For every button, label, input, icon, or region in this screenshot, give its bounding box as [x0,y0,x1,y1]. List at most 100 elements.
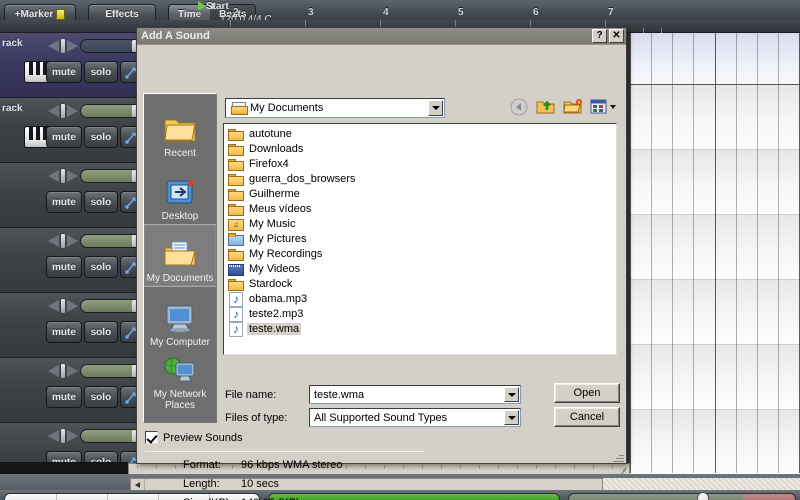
pan-control[interactable] [48,233,78,249]
preview-sounds-row[interactable]: Preview Sounds [145,431,243,444]
pan-knob[interactable] [60,363,66,379]
bottom-master-slider[interactable] [568,492,796,500]
file-list-item[interactable]: autotune [226,126,376,141]
place-item-my-computer[interactable]: My Computer [144,287,216,350]
mute-button[interactable]: mute [46,321,82,343]
master-slider-handle[interactable] [697,492,709,500]
look-in-dropdown[interactable]: My Documents [225,98,445,118]
volume-slider[interactable] [80,429,142,443]
place-item-my-network-places[interactable]: My Network Places [144,350,216,413]
solo-button[interactable]: solo [83,386,118,408]
file-list-item[interactable]: My Pictures [226,231,376,246]
solo-button[interactable]: solo [83,191,118,213]
volume-slider[interactable] [80,364,142,378]
file-list-item[interactable]: Downloads [226,141,376,156]
format-value: 96 kbps WMA stereo [241,459,343,471]
scroll-tick [422,465,423,469]
folder-icon [228,247,244,261]
pan-knob[interactable] [60,38,66,54]
new-folder-icon[interactable] [563,97,585,118]
file-list-item[interactable]: teste.wma [226,321,376,337]
file-list[interactable]: autotune Downloads Firefox4 guerra_dos_brow… [223,123,617,355]
solo-button[interactable]: solo [83,321,118,343]
track-header[interactable]: rack mute solo [0,33,154,98]
mute-button[interactable]: mute [46,191,82,213]
volume-slider[interactable] [80,169,142,183]
back-arrow-icon[interactable] [509,97,531,118]
volume-slider[interactable] [80,104,142,118]
marker-flag-icon [56,9,66,20]
track-header[interactable]: mutesolo [0,163,154,228]
volume-slider[interactable] [80,39,142,53]
folder-icon [228,202,244,216]
place-item-my-documents[interactable]: My Documents [144,224,216,287]
place-item-recent[interactable]: Recent [144,98,216,161]
pan-control[interactable] [48,298,78,314]
file-list-item[interactable]: teste2.mp3 [226,306,376,322]
mute-button[interactable]: mute [46,126,82,148]
pan-control[interactable] [48,428,78,444]
up-one-level-icon[interactable] [536,97,558,118]
pan-control[interactable] [48,168,78,184]
file-list-item[interactable]: My Videos [226,261,376,276]
ruler-number: 7 [608,7,614,18]
close-icon[interactable]: ✕ [609,29,624,43]
preview-sounds-checkbox[interactable] [145,431,158,444]
scroll-tick [232,465,233,469]
pan-control[interactable] [48,38,78,54]
volume-slider[interactable] [80,234,142,248]
scroll-tick [365,465,366,469]
pan-knob[interactable] [60,298,66,314]
file-name-chevron-down-icon[interactable] [504,387,519,402]
volume-slider[interactable] [80,299,142,313]
file-list-item-label: Meus vídeos [249,202,312,215]
open-button[interactable]: Open [554,383,620,403]
add-a-sound-dialog[interactable]: Add A Sound ? ✕ Look in: My Documents [136,27,627,500]
file-list-item[interactable]: obama.mp3 [226,291,376,307]
track-header[interactable]: mutesolo [0,293,154,358]
track-header[interactable]: rack mute solo [0,98,154,163]
pan-knob[interactable] [60,428,66,444]
ruler-number: 5 [458,7,464,18]
folder-icon [228,142,244,156]
solo-button[interactable]: solo [83,126,118,148]
file-list-item[interactable]: Guilherme [226,186,376,201]
dialog-titlebar[interactable]: Add A Sound ? ✕ [137,28,626,45]
file-list-item[interactable]: My Recordings [226,246,376,261]
places-bar[interactable]: Recent Desktop My Documents My Computer My N… [143,93,217,423]
ruler-number: 6 [533,7,539,18]
bottom-progress-bar[interactable] [268,493,560,500]
file-list-item[interactable]: My Music [226,216,376,231]
file-list-item[interactable]: guerra_dos_browsers [226,171,376,186]
pan-knob[interactable] [60,233,66,249]
pan-knob[interactable] [60,103,66,119]
pan-control[interactable] [48,103,78,119]
file-name-input[interactable]: teste.wma [309,385,521,404]
ruler-number: 3 [308,7,314,18]
pan-knob[interactable] [60,168,66,184]
dialog-nav-toolbar[interactable] [509,97,618,118]
files-of-type-chevron-down-icon[interactable] [504,410,519,425]
track-header[interactable]: mutesolo [0,228,154,293]
solo-button[interactable]: solo [83,61,118,83]
track-header[interactable]: mutesolo [0,358,154,423]
views-icon[interactable] [590,97,618,118]
place-item-desktop[interactable]: Desktop [144,161,216,224]
file-list-item[interactable]: Meus vídeos [226,201,376,216]
mute-button[interactable]: mute [46,386,82,408]
mute-button[interactable]: mute [46,256,82,278]
file-list-item[interactable]: Firefox4 [226,156,376,171]
cancel-button[interactable]: Cancel [554,407,620,427]
mute-button[interactable]: mute [46,61,82,83]
files-of-type-dropdown[interactable]: All Supported Sound Types [309,408,521,427]
arrangement-grid[interactable] [630,33,800,475]
pan-right-icon [67,365,78,377]
pan-control[interactable] [48,363,78,379]
scroll-tick [536,465,537,469]
file-list-item[interactable]: Stardock [226,276,376,291]
chevron-down-icon[interactable] [428,100,443,116]
dialog-resize-grip-icon[interactable] [612,450,624,462]
help-button[interactable]: ? [592,29,607,43]
solo-button[interactable]: solo [83,256,118,278]
ruler-number: 2 [233,7,239,18]
